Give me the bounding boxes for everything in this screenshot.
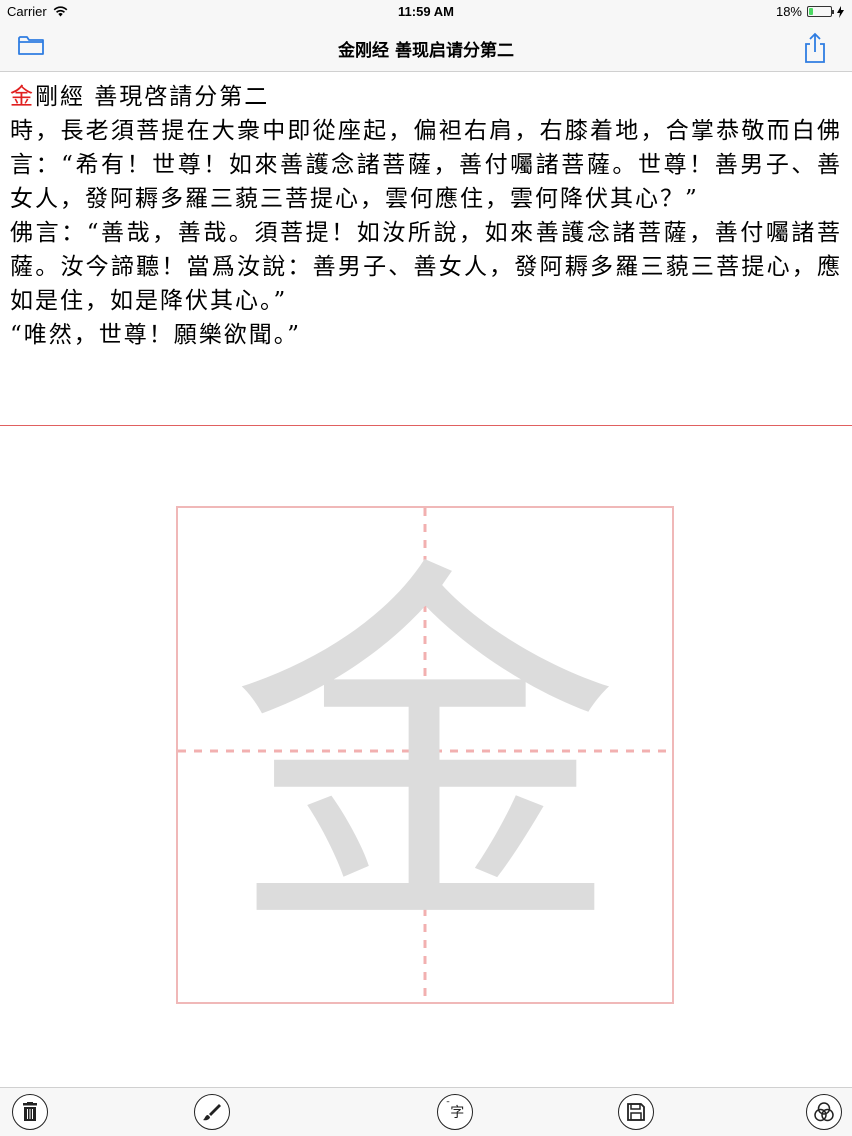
scripture-text-panel[interactable]: 金剛經 善現啓請分第二 時，長老須菩提在大衆中即從座起，偏袒右肩，右膝着地，合掌… <box>0 72 852 426</box>
status-right: 18% <box>776 4 844 19</box>
writing-practice-grid[interactable]: 金 <box>176 506 674 1004</box>
clear-button[interactable] <box>12 1094 48 1130</box>
text-paragraph: 時，長老須菩提在大衆中即從座起，偏袒右肩，右膝着地，合掌恭敬而白佛言：“希有！世… <box>10 118 842 212</box>
chapter-title: 金剛經 善現啓請分第二 <box>10 80 842 114</box>
battery-icon <box>807 6 834 17</box>
single-char-icon: ¯ 字 <box>445 1101 465 1122</box>
share-icon <box>805 32 825 63</box>
overlap-circles-icon <box>814 1102 834 1122</box>
current-char-highlight[interactable]: 金 <box>10 84 35 110</box>
save-button[interactable] <box>618 1094 654 1130</box>
brush-icon <box>203 1104 221 1121</box>
bottom-toolbar: ¯ 字 <box>0 1087 852 1136</box>
share-button[interactable] <box>800 32 836 64</box>
status-time: 11:59 AM <box>398 4 454 19</box>
text-paragraph: “唯然，世尊！願樂欲聞。” <box>10 322 302 348</box>
blend-mode-button[interactable] <box>806 1094 842 1130</box>
model-character: 金 <box>230 528 620 982</box>
chapter-title-rest: 剛經 善現啓請分第二 <box>35 84 270 110</box>
nav-title: 金刚经 善现启请分第二 <box>338 41 514 61</box>
status-bar: Carrier 11:59 AM 18% <box>0 0 852 24</box>
save-icon <box>627 1103 645 1121</box>
navigation-bar: 金刚经 善现启请分第二 <box>0 24 852 72</box>
single-char-button[interactable]: ¯ 字 <box>437 1094 473 1130</box>
battery-percent: 18% <box>775 4 802 19</box>
charging-icon <box>837 5 844 18</box>
text-paragraph: 佛言：“善哉，善哉。須菩提！如汝所說，如來善護念諸菩薩，善付囑諸菩薩。汝今諦聽！… <box>10 220 842 314</box>
battery-fill <box>809 8 813 15</box>
trash-icon <box>23 1102 37 1121</box>
brush-button[interactable] <box>194 1094 230 1130</box>
single-char-label: 字 <box>450 1105 465 1121</box>
